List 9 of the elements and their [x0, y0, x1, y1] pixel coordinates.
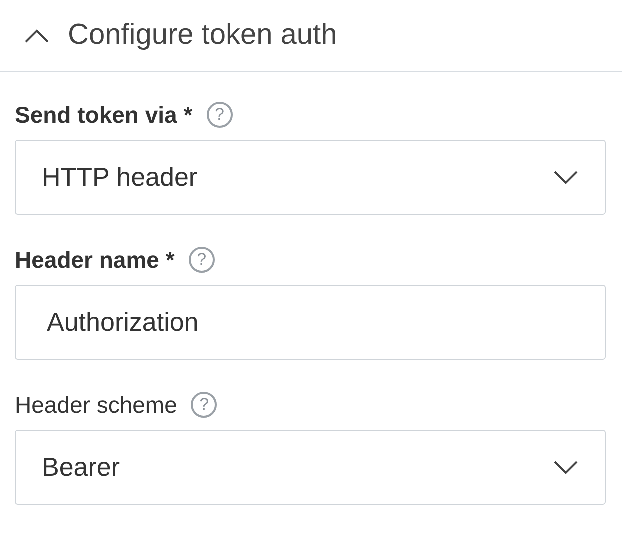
field-label: Header scheme [15, 390, 178, 420]
section-title[interactable]: Configure token auth [68, 14, 338, 58]
input-field[interactable]: Authorization [15, 285, 606, 360]
field-label: Header name * [15, 246, 175, 275]
dropdown[interactable]: HTTP header [15, 140, 606, 215]
chevron-down-icon [553, 460, 579, 476]
dropdown[interactable]: Bearer [15, 430, 606, 505]
field-label: Send token via * [15, 100, 193, 130]
chevron-down-icon [553, 170, 579, 186]
